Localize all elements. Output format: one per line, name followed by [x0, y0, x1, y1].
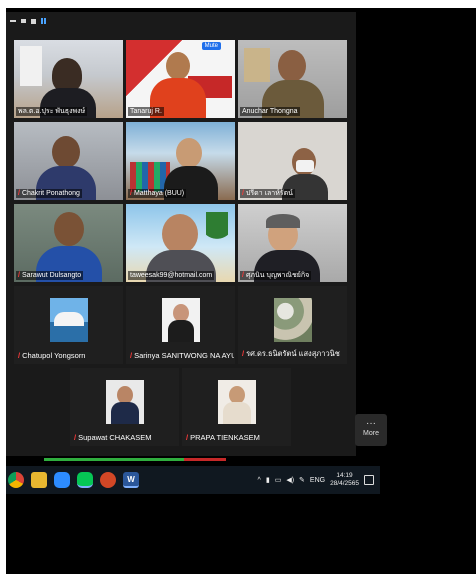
mic-muted-icon: / — [130, 351, 133, 360]
mic-muted-icon: / — [242, 190, 244, 197]
usb-icon[interactable]: ▮ — [266, 476, 270, 484]
network-icon[interactable]: ▭ — [275, 476, 282, 484]
mic-muted-icon: / — [186, 433, 189, 442]
clock[interactable]: 14:19 28/4/2565 — [330, 472, 359, 488]
avatar-tile[interactable]: / Supawat CHAKASEM — [70, 368, 179, 446]
video-tile[interactable]: / Sarawut Dulsangto — [14, 204, 123, 282]
chevron-up-icon[interactable]: ^ — [258, 477, 261, 484]
video-tile-active-speaker[interactable]: taweesak99@hotmail.com — [126, 204, 235, 282]
participant-name: / ปรีดา เลาห์รัตน์ — [240, 189, 295, 198]
mic-muted-icon: / — [18, 351, 21, 360]
participant-name: Tanaruj R. — [128, 107, 164, 116]
participant-name: / Matthaya (BUU) — [128, 189, 187, 198]
participant-name: / รศ.ดร.ธนิตรัตน์ แสงสุภาวนิช — [242, 349, 340, 358]
avatar — [50, 298, 88, 342]
language-indicator[interactable]: ENG — [310, 477, 325, 484]
toolbar-indicator-green — [44, 458, 184, 461]
avatar — [106, 380, 144, 424]
more-label: More — [363, 430, 379, 437]
restore-icon[interactable] — [21, 19, 26, 23]
participant-name: / ศุภนิน บุญพาณิชย์กิจ — [240, 271, 312, 280]
video-tile[interactable]: Anuchar Thongna — [238, 40, 347, 118]
participant-name: / Chakrit Ponathong — [16, 189, 82, 198]
windows-taskbar: W ^ ▮ ▭ ◀) ✎ ENG 14:19 28/4/2565 — [6, 466, 380, 494]
screenshot-stage: พล.ต.อ.ปุระ พันธุงพงษ์ Mute Tanaruj R. A… — [0, 0, 476, 574]
avatar — [218, 380, 256, 424]
avatar — [274, 298, 312, 342]
participant-name: Anuchar Thongna — [240, 107, 300, 116]
video-tile[interactable]: / Chakrit Ponathong — [14, 122, 123, 200]
participant-name: taweesak99@hotmail.com — [128, 271, 215, 280]
system-tray: ^ ▮ ▭ ◀) ✎ ENG 14:19 28/4/2565 — [258, 466, 374, 494]
chrome-icon[interactable] — [8, 472, 24, 488]
mute-badge: Mute — [201, 42, 221, 50]
mic-muted-icon: / — [130, 190, 132, 197]
mic-muted-icon: / — [74, 433, 77, 442]
mic-muted-icon: / — [18, 272, 20, 279]
minimize-icon[interactable] — [10, 20, 16, 22]
participant-name: / Chatupol Yongsorn — [18, 351, 86, 360]
participant-name: / Sarawut Dulsangto — [16, 271, 84, 280]
file-explorer-icon[interactable] — [31, 472, 47, 488]
powerpoint-icon[interactable] — [100, 472, 116, 488]
participant-name: / PRAPA TIENKASEM — [186, 433, 260, 442]
gallery-view-icon[interactable] — [41, 18, 47, 24]
avatar-tile[interactable]: /Sarinya SANITWONG NA AYUTT... — [126, 286, 235, 364]
maximize-icon[interactable] — [31, 18, 36, 24]
more-button[interactable]: ··· More — [355, 414, 387, 446]
pen-icon[interactable]: ✎ — [299, 476, 305, 484]
avatar-tile[interactable]: / รศ.ดร.ธนิตรัตน์ แสงสุภาวนิช — [238, 286, 347, 364]
more-icon: ··· — [366, 418, 376, 429]
video-tile[interactable]: / Matthaya (BUU) — [126, 122, 235, 200]
zoom-icon[interactable] — [54, 472, 70, 488]
video-tile[interactable]: / ปรีดา เลาห์รัตน์ — [238, 122, 347, 200]
participant-name: พล.ต.อ.ปุระ พันธุงพงษ์ — [16, 107, 88, 116]
word-icon[interactable]: W — [123, 472, 139, 488]
participant-name: /Sarinya SANITWONG NA AYUTT... — [130, 351, 234, 360]
participant-name: / Supawat CHAKASEM — [74, 433, 152, 442]
volume-icon[interactable]: ◀) — [286, 476, 294, 484]
line-icon[interactable] — [77, 472, 93, 488]
notification-icon[interactable] — [364, 475, 374, 485]
mic-muted-icon: / — [242, 349, 245, 358]
mic-muted-icon: / — [242, 272, 244, 279]
zoom-gallery-window: พล.ต.อ.ปุระ พันธุงพงษ์ Mute Tanaruj R. A… — [6, 12, 356, 456]
avatar-tile[interactable]: / Chatupol Yongsorn — [14, 286, 123, 364]
avatar — [162, 298, 200, 342]
video-tile[interactable]: พล.ต.อ.ปุระ พันธุงพงษ์ — [14, 40, 123, 118]
video-tile[interactable]: / ศุภนิน บุญพาณิชย์กิจ — [238, 204, 347, 282]
clock-time: 14:19 — [336, 472, 353, 479]
mic-muted-icon: / — [18, 190, 20, 197]
video-tile[interactable]: Mute Tanaruj R. — [126, 40, 235, 118]
clock-date: 28/4/2565 — [330, 480, 359, 487]
view-controls — [10, 18, 47, 24]
toolbar-indicator-red — [184, 458, 226, 461]
avatar-tile[interactable]: / PRAPA TIENKASEM — [182, 368, 291, 446]
